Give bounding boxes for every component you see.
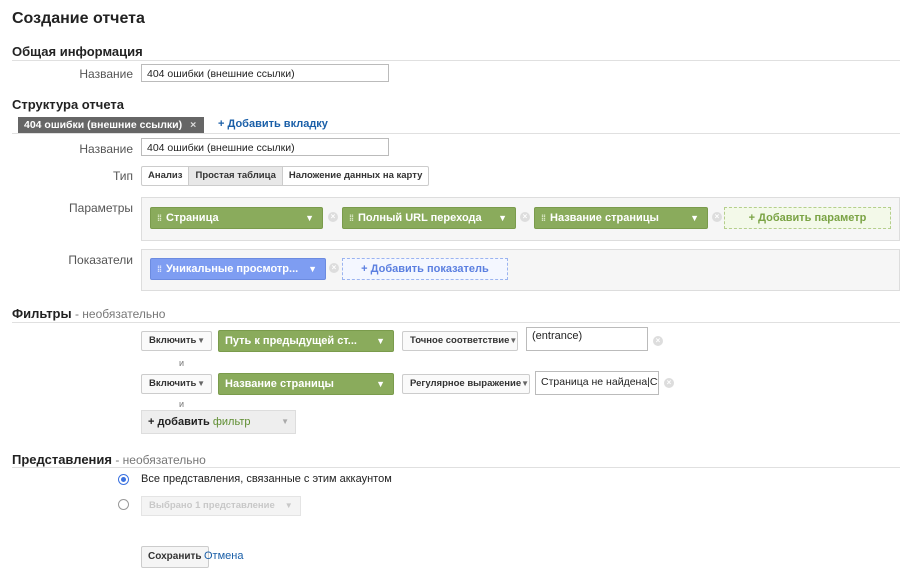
type-selector: Анализ Простая таблица Наложение данных … [141, 166, 430, 186]
save-button[interactable]: Сохранить [141, 546, 209, 568]
type-option-analysis[interactable]: Анализ [142, 167, 190, 185]
tab-name-input[interactable]: 404 ошибки (внешние ссылки) [141, 138, 389, 156]
chevron-down-icon: ▼ [376, 336, 385, 346]
divider [12, 133, 900, 134]
page-title: Создание отчета [12, 10, 145, 27]
chevron-down-icon: ▼ [284, 501, 293, 510]
chevron-down-icon[interactable]: ▼ [305, 208, 314, 228]
filter-match-select[interactable]: Регулярное выражение ▼ [402, 374, 530, 394]
views-heading: Представления - необязательно [12, 452, 206, 467]
filter-dimension-select[interactable]: Путь к предыдущей ст... ▼ [218, 330, 394, 352]
view-select[interactable]: Выбрано 1 представление ▼ [141, 496, 301, 516]
remove-icon[interactable]: × [329, 263, 339, 273]
remove-icon[interactable]: × [712, 212, 722, 222]
chevron-down-icon: ▼ [197, 336, 205, 345]
chevron-down-icon[interactable]: ▼ [690, 208, 699, 228]
filter-match-select[interactable]: Точное соответствие ▼ [402, 331, 518, 351]
filter-value-input[interactable]: (entrance) [526, 327, 648, 351]
divider [12, 322, 900, 323]
chevron-down-icon: ▼ [521, 379, 530, 388]
add-metric-button[interactable]: + Добавить показатель [342, 258, 508, 280]
tab-404-errors[interactable]: 404 ошибки (внешние ссылки) × [18, 117, 204, 133]
type-option-flat-table[interactable]: Простая таблица [189, 167, 283, 185]
type-option-map-overlay[interactable]: Наложение данных на карту [283, 167, 429, 185]
remove-filter-icon[interactable]: × [653, 336, 663, 346]
remove-icon[interactable]: × [520, 212, 530, 222]
cancel-link[interactable]: Отмена [204, 550, 243, 562]
drag-handle-icon[interactable]: ⁞⁞ [157, 208, 162, 228]
divider [12, 60, 900, 61]
remove-filter-icon[interactable]: × [664, 378, 674, 388]
dimension-chip[interactable]: ⁞⁞ Страница ▼ [150, 207, 323, 229]
dimension-chip[interactable]: ⁞⁞ Полный URL перехода ▼ [342, 207, 516, 229]
chevron-down-icon: ▼ [197, 379, 205, 388]
general-heading: Общая информация [12, 44, 143, 59]
filter-mode-select[interactable]: Включить ▼ [141, 374, 212, 394]
metrics-label: Показатели [68, 253, 133, 267]
close-icon[interactable]: × [190, 117, 196, 133]
structure-heading: Структура отчета [12, 97, 124, 112]
add-param-button[interactable]: + Добавить параметр [724, 207, 891, 229]
all-views-label: Все представления, связанные с этим акка… [141, 473, 392, 485]
drag-handle-icon[interactable]: ⁞⁞ [349, 208, 354, 228]
filter-dimension-select[interactable]: Название страницы ▼ [218, 373, 394, 395]
filters-heading: Фильтры - необязательно [12, 306, 166, 321]
tab-label: 404 ошибки (внешние ссылки) [24, 119, 183, 131]
add-tab-link[interactable]: + Добавить вкладку [218, 118, 328, 130]
drag-handle-icon[interactable]: ⁞⁞ [157, 259, 162, 279]
report-name-input[interactable]: 404 ошибки (внешние ссылки) [141, 64, 389, 82]
chevron-down-icon: ▼ [376, 379, 385, 389]
tab-name-label: Название [79, 142, 133, 156]
chevron-down-icon[interactable]: ▼ [498, 208, 507, 228]
params-label: Параметры [69, 201, 133, 215]
filter-mode-select[interactable]: Включить ▼ [141, 331, 212, 351]
radio-selected-views[interactable] [118, 499, 129, 510]
and-label: и [179, 399, 185, 409]
filter-value-input[interactable]: Страница не найдена|Стр [535, 371, 659, 395]
add-filter-select[interactable]: + добавить фильтр ▼ [141, 410, 296, 434]
and-label: и [179, 358, 185, 368]
chevron-down-icon: ▼ [509, 336, 518, 345]
metric-chip[interactable]: ⁞⁞ Уникальные просмотр... ▼ [150, 258, 326, 280]
divider [12, 467, 900, 468]
remove-icon[interactable]: × [328, 212, 338, 222]
dimension-chip[interactable]: ⁞⁞ Название страницы ▼ [534, 207, 708, 229]
chevron-down-icon: ▼ [281, 417, 289, 426]
drag-handle-icon[interactable]: ⁞⁞ [541, 208, 546, 228]
report-name-label: Название [79, 67, 133, 81]
type-label: Тип [112, 169, 133, 183]
chevron-down-icon[interactable]: ▼ [308, 259, 317, 279]
radio-all-views[interactable] [118, 474, 129, 485]
